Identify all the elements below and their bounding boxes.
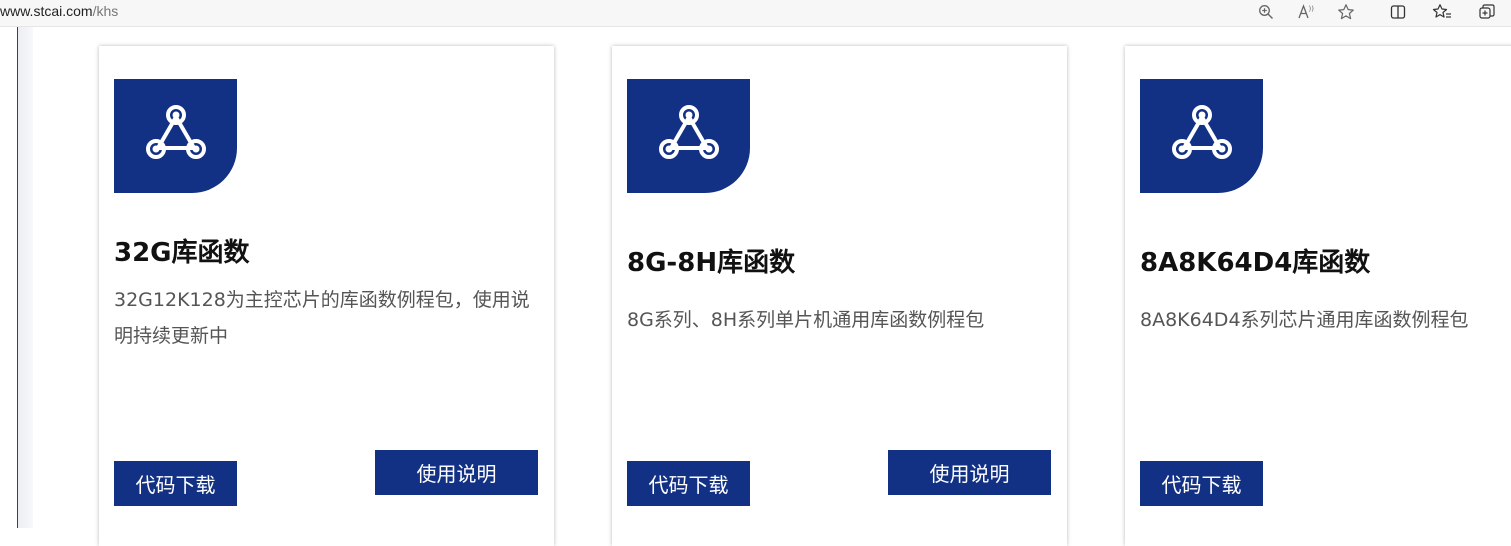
share-network-icon <box>114 79 237 193</box>
code-download-button[interactable]: 代码下载 <box>627 461 750 506</box>
url-path: /khs <box>92 3 119 19</box>
url-host: www.stcai.com <box>0 3 93 19</box>
collections-icon[interactable] <box>1477 2 1497 22</box>
user-manual-button[interactable]: 使用说明 <box>375 450 538 495</box>
card-description: 8G系列、8H系列单片机通用库函数例程包 <box>627 309 985 331</box>
left-edge-divider <box>0 27 18 528</box>
card-title: 8A8K64D4库函数 <box>1140 248 1371 278</box>
library-card: 32G库函数 32G12K128为主控芯片的库函数例程包，使用说明持续更新中 代… <box>99 46 554 546</box>
code-download-button[interactable]: 代码下载 <box>114 461 237 506</box>
card-title: 8G-8H库函数 <box>627 248 796 278</box>
favorites-list-icon[interactable] <box>1432 2 1452 22</box>
read-aloud-icon[interactable]: )) <box>1296 2 1316 22</box>
card-title: 32G库函数 <box>114 238 250 268</box>
card-description: 8A8K64D4系列芯片通用库函数例程包 <box>1140 309 1469 331</box>
svg-text:)): )) <box>1309 5 1315 13</box>
share-network-icon <box>627 79 750 193</box>
url-field[interactable]: www.stcai.com/khs <box>0 3 118 19</box>
library-card: 8A8K64D4库函数 8A8K64D4系列芯片通用库函数例程包 代码下载 <box>1125 46 1511 546</box>
library-card: 8G-8H库函数 8G系列、8H系列单片机通用库函数例程包 代码下载 使用说明 <box>612 46 1067 546</box>
page-gutter <box>18 27 33 528</box>
favorite-icon[interactable] <box>1336 2 1356 22</box>
split-screen-icon[interactable] <box>1388 2 1408 22</box>
share-network-icon <box>1140 79 1263 193</box>
zoom-icon[interactable] <box>1256 2 1276 22</box>
user-manual-button[interactable]: 使用说明 <box>888 450 1051 495</box>
card-description: 32G12K128为主控芯片的库函数例程包，使用说明持续更新中 <box>114 289 530 347</box>
code-download-button[interactable]: 代码下载 <box>1140 461 1263 506</box>
address-bar: www.stcai.com/khs )) <box>0 0 1511 27</box>
